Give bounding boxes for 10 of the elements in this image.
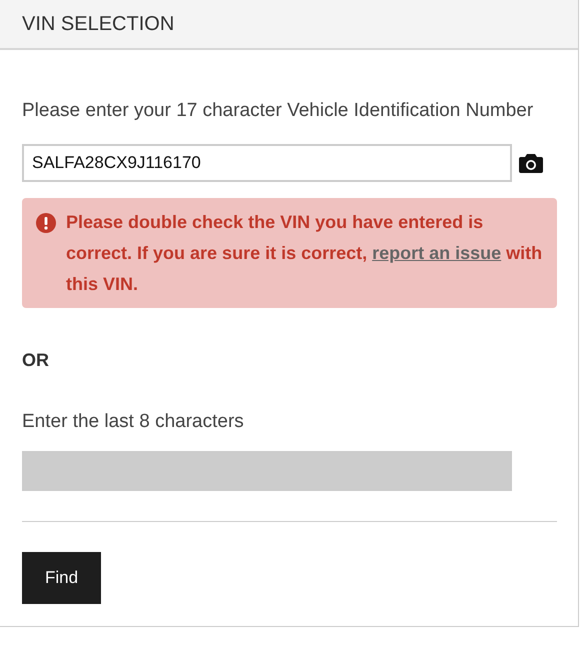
error-message: Please double check the VIN you have entered is correct. If you are sure it is correct, report an issue with this VIN. — [66, 211, 543, 296]
last-characters-label: Enter the last 8 characters — [22, 411, 245, 433]
vin-input-field[interactable]: SALFA28CX9J116170 — [22, 144, 512, 182]
report-issue-link[interactable]: report an issue — [372, 243, 502, 263]
error-icon — [36, 213, 56, 233]
or-separator: OR — [22, 350, 50, 371]
vin-label: Please enter your 17 character Vehicle Identification Number — [22, 99, 534, 123]
find-button[interactable]: Find — [22, 552, 102, 604]
camera-icon[interactable] — [519, 153, 543, 173]
panel-title: VIN SELECTION — [22, 12, 174, 36]
